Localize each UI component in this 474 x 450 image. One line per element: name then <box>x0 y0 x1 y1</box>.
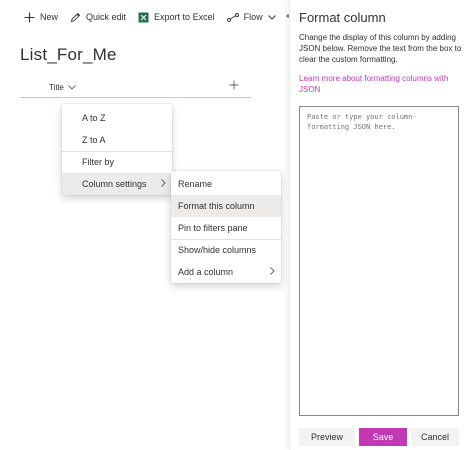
chevron-right-icon <box>270 267 275 277</box>
rename-item[interactable]: Rename <box>171 173 281 195</box>
json-input[interactable] <box>299 106 459 416</box>
menu-item-label: Rename <box>178 179 213 189</box>
column-settings-submenu: Rename Format this column Pin to filters… <box>171 171 281 283</box>
menu-item-label: Column settings <box>82 179 147 189</box>
column-menu: A to Z Z to A Filter by Column settings <box>62 104 172 195</box>
sort-z-to-a-item[interactable]: Z to A <box>62 129 172 151</box>
column-header-title[interactable]: Title <box>49 83 76 92</box>
column-header-row: Title <box>20 78 251 98</box>
list-area: New Quick edit Export to Excel Flow List… <box>0 0 294 450</box>
chevron-down-icon <box>68 83 76 92</box>
flow-label: Flow <box>243 12 263 22</box>
excel-icon <box>138 12 149 23</box>
panel-description: Change the display of this column by add… <box>299 33 462 64</box>
new-button-label: New <box>40 12 59 22</box>
export-label: Export to Excel <box>154 12 215 22</box>
export-to-excel-button[interactable]: Export to Excel <box>132 0 221 34</box>
menu-item-label: A to Z <box>82 113 106 123</box>
plus-icon <box>24 12 35 23</box>
save-button[interactable]: Save <box>359 428 407 446</box>
menu-item-label: Pin to filters pane <box>178 223 248 233</box>
menu-item-label: Format this column <box>178 201 255 211</box>
plus-icon <box>229 77 239 95</box>
quick-edit-label: Quick edit <box>86 12 127 22</box>
command-bar: New Quick edit Export to Excel Flow <box>0 0 294 34</box>
chevron-down-icon <box>267 12 276 22</box>
list-title: List_For_Me <box>20 45 117 64</box>
column-header-label: Title <box>49 83 64 92</box>
menu-item-label: Add a column <box>178 267 234 277</box>
menu-item-label: Show/hide columns <box>178 245 257 255</box>
learn-more-link[interactable]: Learn more about formatting columns with… <box>299 73 471 95</box>
cancel-button[interactable]: Cancel <box>411 428 459 446</box>
add-a-column-item[interactable]: Add a column <box>171 261 281 283</box>
panel-title: Format column <box>299 10 386 25</box>
pencil-icon <box>70 12 81 23</box>
menu-item-label: Z to A <box>82 135 106 145</box>
menu-item-label: Filter by <box>82 157 115 167</box>
add-column-button[interactable] <box>227 79 241 93</box>
format-column-panel: Format column Change the display of this… <box>289 0 474 450</box>
filter-by-item[interactable]: Filter by <box>62 151 172 173</box>
sort-a-to-z-item[interactable]: A to Z <box>62 107 172 129</box>
show-hide-columns-item[interactable]: Show/hide columns <box>171 239 281 261</box>
column-settings-item[interactable]: Column settings <box>62 173 172 195</box>
format-this-column-item[interactable]: Format this column <box>171 195 281 217</box>
pin-to-filters-pane-item[interactable]: Pin to filters pane <box>171 217 281 239</box>
quick-edit-button[interactable]: Quick edit <box>64 0 132 34</box>
panel-footer: Preview Save Cancel <box>290 422 474 450</box>
new-button[interactable]: New <box>0 0 64 34</box>
flow-icon <box>226 12 239 23</box>
preview-button[interactable]: Preview <box>299 428 355 446</box>
chevron-right-icon <box>161 179 166 189</box>
flow-button[interactable]: Flow <box>221 0 282 34</box>
